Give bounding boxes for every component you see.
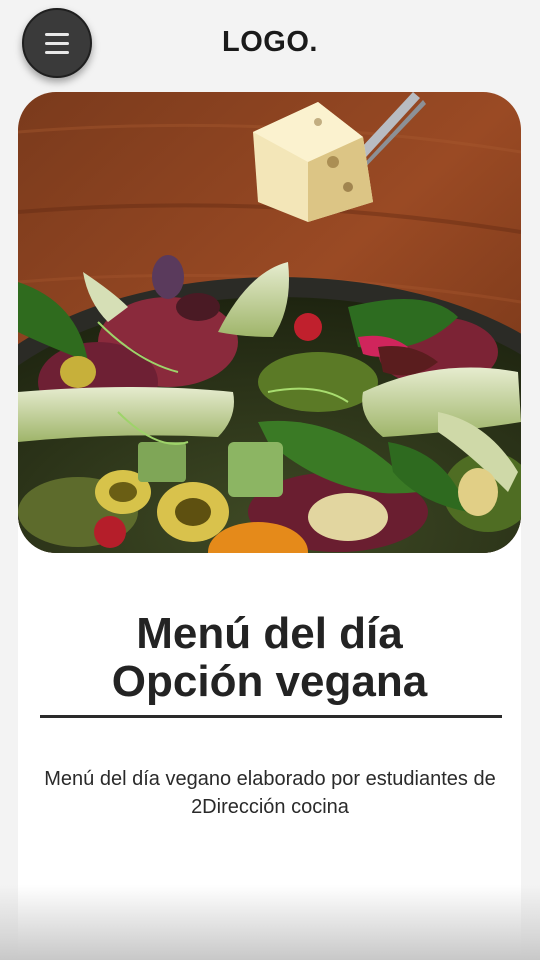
header: LOGO. (0, 0, 540, 90)
title-line-1: Menú del día (136, 609, 403, 658)
logo[interactable]: LOGO. (0, 26, 540, 59)
description-text: Menú del día vegano elaborado por estudi… (44, 768, 496, 818)
page-title: Menú del día Opción vegana (18, 610, 521, 706)
hero-image (18, 92, 521, 553)
title-line-2: Opción vegana (111, 657, 428, 706)
divider (40, 715, 502, 718)
page: LOGO. Menú del día Opción vegana Menú de… (0, 0, 540, 960)
vegan-salad-photo (18, 92, 521, 553)
